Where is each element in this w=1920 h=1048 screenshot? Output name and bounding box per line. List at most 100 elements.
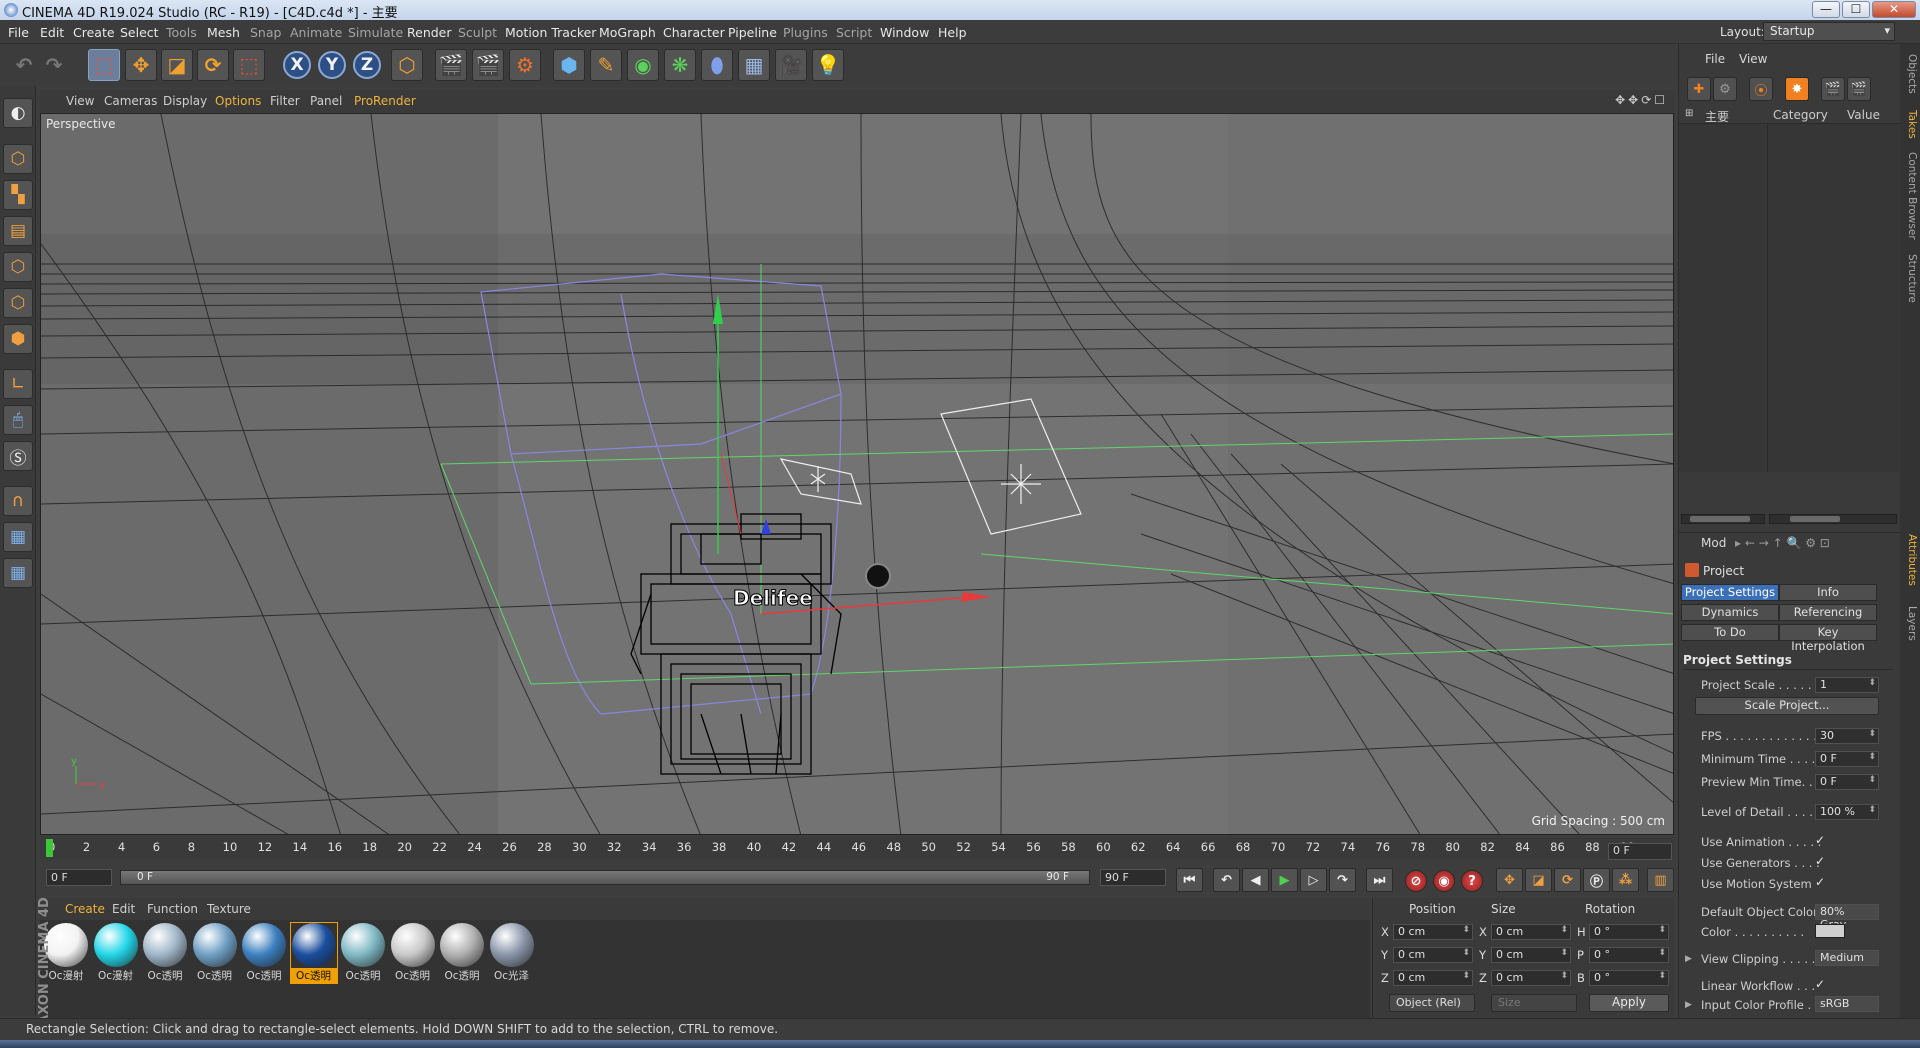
side-tab-layers[interactable]: Layers bbox=[1902, 606, 1918, 641]
use-motion-system-checkbox[interactable]: ✓ bbox=[1815, 875, 1825, 889]
preview-min-time-field[interactable]: 0 F bbox=[1815, 774, 1879, 790]
material-item[interactable]: Oc光泽 bbox=[489, 923, 535, 983]
lock-workplane-icon[interactable]: ▦ bbox=[3, 522, 33, 552]
tab-key-interpolation[interactable]: Key Interpolation bbox=[1779, 624, 1877, 653]
menu-pipeline[interactable]: Pipeline bbox=[728, 25, 777, 40]
use-generators-checkbox[interactable]: ✓ bbox=[1815, 854, 1825, 868]
tab-project-settings[interactable]: Project Settings bbox=[1681, 584, 1779, 601]
recent-tools-icon[interactable]: ⬚ bbox=[233, 49, 265, 81]
goto-start-icon[interactable]: ⏮ bbox=[1176, 868, 1203, 892]
material-menu-texture[interactable]: Texture bbox=[207, 902, 251, 916]
menu-sculpt[interactable]: Sculpt bbox=[458, 25, 497, 40]
polygons-mode-icon[interactable]: ⬢ bbox=[3, 324, 33, 354]
menu-select[interactable]: Select bbox=[120, 25, 159, 40]
view-clipping-expand-icon[interactable]: ▶ bbox=[1685, 954, 1692, 964]
move-icon[interactable]: ✥ bbox=[125, 49, 157, 81]
workplane-mode-icon[interactable]: ▤ bbox=[3, 216, 33, 246]
snapping-icon[interactable]: Ⓢ bbox=[3, 441, 33, 471]
side-tab-structure[interactable]: Structure bbox=[1902, 254, 1918, 303]
menu-character[interactable]: Character bbox=[663, 25, 725, 40]
takes-list[interactable] bbox=[1679, 124, 1901, 472]
menu-render[interactable]: Render bbox=[407, 25, 452, 40]
attributes-nav-icons[interactable]: ▸ ← → ↑ 🔍 ⚙ ⊡ bbox=[1735, 536, 1830, 550]
planar-workplane-icon[interactable]: ▦ bbox=[3, 558, 33, 588]
axis-mode-icon[interactable]: ∟ bbox=[3, 369, 33, 399]
deformer-icon[interactable]: ⬮ bbox=[701, 49, 733, 81]
size-x-field[interactable]: 0 cm bbox=[1491, 924, 1571, 940]
previous-key-icon[interactable]: ↶ bbox=[1213, 868, 1240, 892]
use-animation-checkbox[interactable]: ✓ bbox=[1815, 833, 1825, 847]
minimum-time-field[interactable]: 0 F bbox=[1815, 751, 1879, 767]
start-frame-field[interactable]: 0 F bbox=[46, 869, 112, 886]
layout-dropdown[interactable]: Startup bbox=[1763, 22, 1895, 41]
autokey-icon[interactable]: ◉ bbox=[1433, 870, 1455, 892]
previous-frame-icon[interactable]: ◀ bbox=[1242, 868, 1269, 892]
timeline-ruler[interactable]: 0246810121416182022242628303234363840424… bbox=[40, 837, 1674, 859]
material-item[interactable]: Oc透明 bbox=[192, 923, 238, 983]
play-icon[interactable]: ▶ bbox=[1271, 868, 1298, 892]
redo-icon[interactable]: ↷ bbox=[38, 49, 70, 81]
render-picture-viewer-icon[interactable]: 🎬 bbox=[472, 49, 504, 81]
menu-tools[interactable]: Tools bbox=[166, 25, 197, 40]
viewport-menu-prorender[interactable]: ProRender bbox=[354, 94, 416, 108]
keyframe-selection-icon[interactable]: ? bbox=[1461, 870, 1483, 892]
menu-snap[interactable]: Snap bbox=[250, 25, 281, 40]
floor-icon[interactable]: ▦ bbox=[738, 49, 770, 81]
menu-simulate[interactable]: Simulate bbox=[348, 25, 403, 40]
clone-take-icon[interactable]: ⚙ bbox=[1713, 77, 1737, 101]
level-of-detail-field[interactable]: 100 % bbox=[1815, 804, 1879, 820]
tab-dynamics[interactable]: Dynamics bbox=[1681, 604, 1779, 621]
viewport-navigation-icons[interactable]: ✥✥⟳☐ bbox=[1615, 93, 1668, 107]
close-button[interactable]: ✕ bbox=[1872, 1, 1916, 18]
undo-icon[interactable]: ↶ bbox=[8, 49, 40, 81]
minimize-button[interactable]: — bbox=[1812, 1, 1840, 18]
render-view-icon[interactable]: 🎬 bbox=[435, 49, 467, 81]
timeline-window-icon[interactable]: ▥ bbox=[1647, 868, 1674, 892]
rot-b-field[interactable]: 0 ° bbox=[1589, 970, 1669, 986]
material-menu-edit[interactable]: Edit bbox=[112, 902, 135, 916]
pos-y-field[interactable]: 0 cm bbox=[1393, 947, 1473, 963]
material-item[interactable]: Oc透明 bbox=[142, 923, 188, 983]
z-axis-lock-button[interactable]: Z bbox=[353, 51, 381, 79]
coords-size-mode-dropdown[interactable]: Size bbox=[1491, 994, 1577, 1012]
objects-menu-file[interactable]: File bbox=[1705, 52, 1725, 66]
project-scale-field[interactable]: 1 bbox=[1815, 677, 1879, 693]
takes-hscrollbar-left[interactable] bbox=[1681, 514, 1765, 524]
perspective-viewport[interactable]: Delifee y x Perspective Grid Spacing : 5… bbox=[40, 113, 1674, 835]
material-menu-function[interactable]: Function bbox=[147, 902, 198, 916]
side-tab-takes[interactable]: Takes bbox=[1902, 110, 1918, 139]
takes-hscrollbar-right[interactable] bbox=[1769, 514, 1897, 524]
x-axis-lock-button[interactable]: X bbox=[283, 51, 311, 79]
viewport-menu-display[interactable]: Display bbox=[163, 94, 207, 108]
end-frame-field[interactable]: 90 F bbox=[1100, 869, 1166, 886]
rotate-icon[interactable]: ⟳ bbox=[197, 49, 229, 81]
preview-range-slider[interactable]: 0 F 90 F bbox=[120, 870, 1090, 885]
rot-h-field[interactable]: 0 ° bbox=[1589, 924, 1669, 940]
input-color-profile-dropdown[interactable]: sRGB bbox=[1815, 996, 1879, 1012]
record-active-icon[interactable]: ⊘ bbox=[1405, 870, 1427, 892]
auto-take-icon[interactable]: ✸ bbox=[1785, 77, 1809, 101]
menu-create[interactable]: Create bbox=[73, 25, 115, 40]
scale-project-button[interactable]: Scale Project... bbox=[1695, 697, 1879, 715]
playhead[interactable] bbox=[46, 839, 53, 857]
tab-todo[interactable]: To Do bbox=[1681, 624, 1779, 641]
override-icon[interactable]: ⦿ bbox=[1749, 77, 1773, 101]
coords-mode-dropdown[interactable]: Object (Rel) bbox=[1389, 994, 1475, 1012]
menu-script[interactable]: Script bbox=[836, 25, 872, 40]
next-key-icon[interactable]: ↷ bbox=[1329, 868, 1356, 892]
light-icon[interactable]: 💡 bbox=[812, 49, 844, 81]
viewport-menu-panel[interactable]: Panel bbox=[310, 94, 342, 108]
viewport-menu-filter[interactable]: Filter bbox=[270, 94, 300, 108]
viewport-menu-options[interactable]: Options bbox=[215, 94, 261, 108]
main-take-label[interactable]: 主要 bbox=[1705, 108, 1729, 125]
material-item[interactable]: Oc透明 bbox=[439, 923, 485, 983]
material-item[interactable]: Oc透明 bbox=[390, 923, 436, 983]
scale-icon[interactable]: ◪ bbox=[161, 49, 193, 81]
cube-icon[interactable]: ⬢ bbox=[553, 49, 585, 81]
size-y-field[interactable]: 0 cm bbox=[1491, 947, 1571, 963]
take-render-icon[interactable]: 🎬 bbox=[1847, 77, 1871, 101]
next-frame-icon[interactable]: ▷ bbox=[1300, 868, 1327, 892]
side-tab-objects[interactable]: Objects bbox=[1902, 54, 1918, 94]
texture-mode-icon[interactable]: ▚ bbox=[3, 180, 33, 210]
menu-mesh[interactable]: Mesh bbox=[207, 25, 240, 40]
